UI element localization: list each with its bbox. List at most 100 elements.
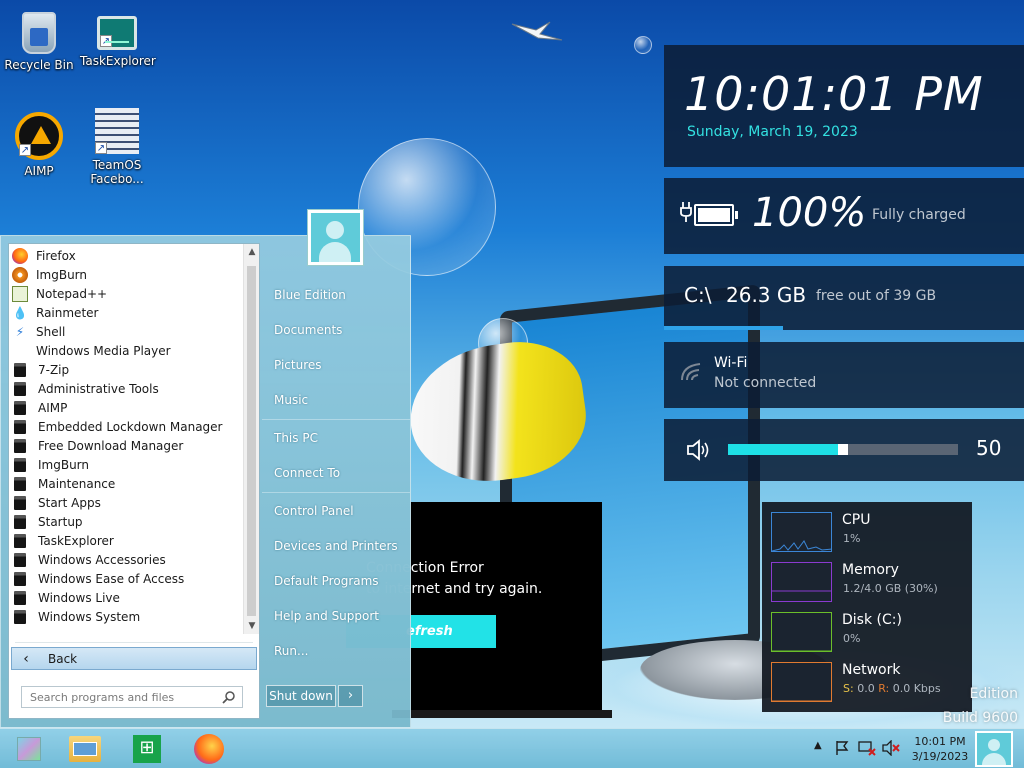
wallpaper-seagulls — [511, 21, 563, 41]
perf-row-cpu: CPU 1% — [771, 512, 966, 554]
shutdown-button[interactable]: Shut down — [266, 685, 336, 707]
shortcut-arrow-icon: ↗ — [100, 35, 112, 47]
start-item-documents[interactable]: Documents — [274, 323, 342, 337]
program-item[interactable]: Windows Live — [9, 588, 243, 607]
program-item[interactable]: Notepad++ — [9, 284, 243, 303]
volume-slider[interactable] — [728, 444, 958, 455]
disk-graph — [771, 612, 832, 652]
program-item[interactable]: Embedded Lockdown Manager — [9, 417, 243, 436]
network-disconnected-icon[interactable] — [858, 740, 876, 756]
disk-usage-bar — [664, 326, 783, 330]
start-item-default-programs[interactable]: Default Programs — [274, 574, 379, 588]
taskbar-store[interactable] — [118, 731, 176, 767]
start-item-devices-printers[interactable]: Devices and Printers — [274, 539, 398, 553]
perf-name: CPU — [842, 512, 871, 528]
program-item-label: Start Apps — [38, 495, 101, 510]
program-item[interactable]: 7-Zip — [9, 360, 243, 379]
shutdown-options-button[interactable]: › — [338, 685, 363, 707]
perf-name: Network — [842, 662, 901, 678]
program-item[interactable]: TaskExplorer — [9, 531, 243, 550]
perf-row-network: Network S: 0.0 R: 0.0 Kbps — [771, 662, 966, 704]
start-icon — [17, 737, 41, 761]
search-input[interactable]: Search programs and files — [21, 686, 243, 708]
program-item[interactable]: ImgBurn — [9, 455, 243, 474]
scrollbar-thumb[interactable] — [247, 266, 256, 616]
program-item-label: Firefox — [36, 248, 76, 263]
program-item[interactable]: Free Download Manager — [9, 436, 243, 455]
folder-icon — [14, 552, 26, 567]
folder-icon — [14, 495, 26, 510]
program-item[interactable]: Firefox — [9, 246, 243, 265]
desktop-icon-label: TeamOS Facebo... — [90, 158, 144, 186]
program-item[interactable]: Windows Ease of Access — [9, 569, 243, 588]
start-item-pictures[interactable]: Pictures — [274, 358, 322, 372]
program-item[interactable]: Start Apps — [9, 493, 243, 512]
imgburn-icon — [12, 266, 28, 283]
program-list-scrollbar[interactable]: ▲ ▼ — [243, 244, 259, 634]
program-item[interactable]: Windows Accessories — [9, 550, 243, 569]
start-item-this-pc[interactable]: This PC — [274, 431, 318, 445]
action-center-flag-icon[interactable] — [834, 740, 850, 756]
wallpaper-fish — [401, 333, 594, 492]
folder-icon — [14, 514, 26, 529]
folder-icon — [14, 438, 26, 453]
app-window: Connection Error to internet and try aga… — [346, 502, 612, 718]
start-item-control-panel[interactable]: Control Panel — [274, 504, 354, 518]
program-item-label: Rainmeter — [36, 305, 99, 320]
volume-slider-thumb[interactable] — [838, 444, 848, 455]
perf-value: 1% — [843, 532, 861, 545]
program-item[interactable]: ImgBurn — [9, 265, 243, 284]
desktop-icon-taskexplorer[interactable]: ↗ TaskExplorer — [80, 8, 156, 68]
program-item[interactable]: Startup — [9, 512, 243, 531]
store-icon — [133, 735, 161, 763]
blank-icon — [12, 343, 28, 359]
program-item[interactable]: ⚡ Shell — [9, 322, 243, 341]
program-item[interactable]: AIMP — [9, 398, 243, 417]
folder-icon — [14, 609, 26, 624]
desktop-icon-aimp[interactable]: ↗ AIMP — [2, 112, 76, 178]
volume-muted-icon[interactable] — [882, 740, 900, 756]
program-item[interactable]: Administrative Tools — [9, 379, 243, 398]
desktop-icon-teamos[interactable]: ↗ TeamOS Facebo... — [80, 108, 154, 186]
taskbar-firefox[interactable] — [180, 731, 238, 767]
start-item-run[interactable]: Run... — [274, 644, 308, 658]
scroll-down-icon[interactable]: ▼ — [244, 618, 260, 634]
memory-graph — [771, 562, 832, 602]
program-item[interactable]: 💧 Rainmeter — [9, 303, 243, 322]
start-button[interactable] — [0, 731, 58, 767]
folder-icon — [14, 362, 26, 377]
shortcut-arrow-icon: ↗ — [19, 144, 31, 156]
shortcut-arrow-icon: ↗ — [95, 142, 107, 154]
desktop-icon-label: Recycle Bin — [4, 58, 74, 72]
perf-row-memory: Memory 1.2/4.0 GB (30%) — [771, 562, 966, 604]
speaker-icon[interactable] — [686, 438, 710, 462]
program-item-label: Shell — [36, 324, 66, 339]
start-item-blue-edition[interactable]: Blue Edition — [274, 288, 346, 302]
user-picture[interactable] — [307, 209, 364, 266]
taskbar-time: 10:01 PM — [914, 735, 966, 748]
recycle-bin-icon — [22, 12, 56, 54]
program-item[interactable]: Windows System — [9, 607, 243, 626]
program-item[interactable]: Maintenance — [9, 474, 243, 493]
start-item-connect-to[interactable]: Connect To — [274, 466, 340, 480]
start-item-music[interactable]: Music — [274, 393, 308, 407]
program-item[interactable]: Windows Media Player — [9, 341, 243, 360]
teamos-icon: ↗ — [95, 108, 139, 154]
taskbar-user-tile[interactable] — [975, 731, 1013, 767]
disk-widget: C:\ 26.3 GB free out of 39 GB — [664, 266, 1024, 330]
aimp-icon: ↗ — [15, 112, 63, 160]
taskbar-file-explorer[interactable] — [56, 731, 114, 767]
desktop-icon-recycle-bin[interactable]: Recycle Bin — [2, 8, 76, 72]
start-item-help-support[interactable]: Help and Support — [274, 609, 379, 623]
perf-value: S: 0.0 R: 0.0 Kbps — [843, 682, 941, 695]
back-button[interactable]: ‹ Back — [11, 647, 257, 670]
taskbar-clock[interactable]: 10:01 PM 3/19/2023 — [906, 734, 974, 764]
user-avatar-icon — [311, 213, 360, 262]
chevron-right-icon: › — [347, 688, 354, 703]
folder-icon — [14, 476, 26, 491]
program-item-label: Windows Accessories — [38, 552, 166, 567]
rainmeter-icon: 💧 — [12, 305, 28, 320]
show-hidden-icons-icon[interactable]: ▲ — [814, 740, 822, 751]
scroll-up-icon[interactable]: ▲ — [244, 244, 260, 260]
desktop-icon-label: TaskExplorer — [80, 54, 156, 68]
